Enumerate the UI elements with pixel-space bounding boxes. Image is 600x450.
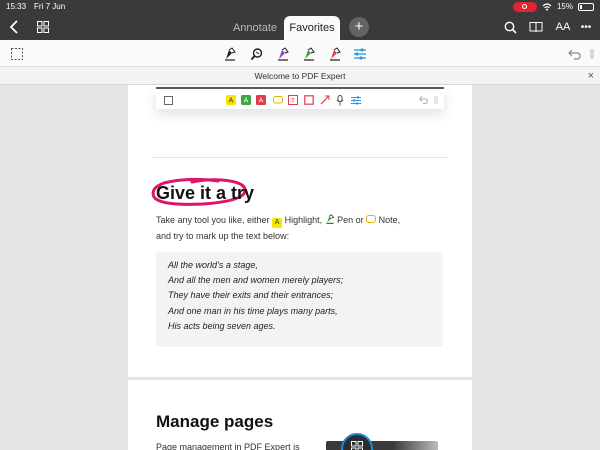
note-icon (366, 215, 377, 223)
microphone-icon (334, 94, 346, 106)
section-text: Page management in PDF Expert is (156, 442, 300, 450)
highlight-letter: A (274, 219, 280, 226)
svg-text:T: T (291, 98, 295, 105)
svg-text:A: A (259, 98, 264, 105)
search-icon[interactable] (500, 17, 520, 37)
status-bar: 15:33 Fri 7 Jun 15% (0, 0, 600, 13)
welcome-banner: Welcome to PDF Expert × (0, 67, 600, 85)
more-icon[interactable]: ••• (576, 17, 596, 37)
document-page: Manage pages Page management in PDF Expe… (128, 380, 472, 450)
highlight-green-icon: A (240, 94, 252, 106)
status-time: 15:33 (6, 2, 27, 11)
quote-line[interactable]: All the world’s a stage, (168, 258, 433, 273)
section-heading: Give it a try (156, 183, 255, 203)
magnifier-icon[interactable] (247, 44, 267, 64)
more-label: ••• (580, 21, 592, 33)
section-heading: Manage pages (156, 412, 274, 431)
undo-icon[interactable] (564, 44, 584, 64)
reader-mode-label: AA (555, 21, 571, 33)
quote-line[interactable]: And one man in his time plays many parts… (168, 304, 433, 319)
tab-favorites[interactable]: Favorites (284, 16, 340, 40)
book-icon[interactable] (526, 17, 546, 37)
quote-block[interactable]: All the world’s a stage, And all the men… (156, 252, 443, 347)
intro-part1: Take any tool you like, either (156, 215, 273, 225)
status-date: Fri 7 Jun (34, 2, 66, 11)
rectangle-icon (303, 94, 315, 106)
pen-red-icon[interactable] (325, 44, 345, 64)
tab-annotate[interactable]: Annotate (222, 16, 288, 40)
divider (152, 157, 448, 158)
intro-text: Take any tool you like, either A Highlig… (156, 213, 456, 244)
highlight-icon: A (272, 218, 283, 228)
close-banner-button[interactable]: × (588, 67, 594, 85)
undo-icon (417, 94, 429, 106)
pen-green-icon[interactable] (299, 44, 319, 64)
screen-recording-icon (512, 1, 537, 12)
highlight-label: Highlight, (282, 215, 325, 225)
quote-line[interactable]: They have their exits and their entrance… (168, 288, 433, 303)
banner-title: Welcome to PDF Expert (254, 71, 346, 81)
reader-mode-button[interactable]: AA (553, 17, 573, 37)
quote-line[interactable]: And all the men and women merely players… (168, 273, 433, 288)
note-icon (272, 94, 284, 106)
select-icon[interactable] (7, 44, 27, 64)
wifi-icon (542, 2, 552, 11)
battery-icon (578, 2, 594, 11)
pen-icon[interactable] (220, 44, 240, 64)
grid-view-icon[interactable] (33, 17, 53, 37)
pen-icon (325, 214, 335, 229)
toolbar-handle-icon[interactable] (582, 44, 600, 64)
battery-percent: 15% (556, 2, 573, 11)
pen-purple-icon[interactable] (273, 44, 293, 64)
svg-text:A: A (229, 98, 234, 105)
arrow-icon (319, 94, 331, 106)
thumbnails-icon (351, 441, 363, 450)
nav-bar: Annotate Favorites + AA ••• (0, 13, 600, 40)
tool-settings-icon[interactable] (350, 44, 370, 64)
pen-label: Pen or (334, 215, 367, 225)
quote-line[interactable]: His acts being seven ages. (168, 319, 433, 334)
highlight-yellow-icon: A (225, 94, 237, 106)
add-tab-button[interactable]: + (349, 17, 369, 37)
annotation-toolbar (0, 40, 600, 67)
svg-text:A: A (244, 98, 249, 105)
toolbar-handle-icon (430, 94, 442, 106)
back-icon[interactable] (4, 17, 24, 37)
intro-line2: and try to mark up the text below: (156, 231, 290, 241)
mini-toolbar-preview: A A A T (156, 87, 444, 109)
highlight-red-icon: A (255, 94, 267, 106)
text-box-icon: T (287, 94, 299, 106)
select-icon (162, 94, 174, 106)
note-label: Note, (376, 215, 401, 225)
document-page: A A A T Give it a try Take any tool you … (128, 85, 472, 377)
tool-settings-icon (350, 94, 362, 106)
